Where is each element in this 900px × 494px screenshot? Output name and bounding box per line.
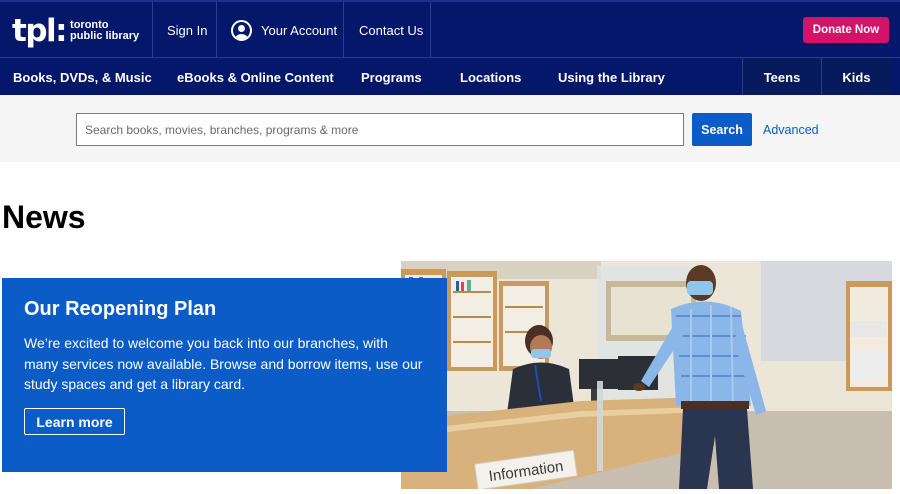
advanced-search-link[interactable]: Advanced bbox=[763, 113, 819, 146]
promo-title[interactable]: Our Reopening Plan bbox=[24, 296, 216, 322]
logo-mark: tpl: bbox=[12, 12, 68, 49]
divider bbox=[430, 2, 431, 59]
photo-illustration: Information bbox=[401, 261, 892, 489]
donate-button[interactable]: Donate Now bbox=[803, 17, 889, 43]
divider bbox=[216, 2, 217, 59]
divider bbox=[343, 2, 344, 59]
page-title: News bbox=[2, 199, 86, 235]
account-icon bbox=[231, 20, 252, 41]
library-staff-photo: Information bbox=[401, 261, 892, 489]
your-account-link[interactable]: Your Account bbox=[231, 2, 337, 59]
nav-programs[interactable]: Programs bbox=[361, 58, 422, 96]
nav-locations[interactable]: Locations bbox=[460, 58, 521, 96]
reopening-plan-card: Our Reopening Plan We’re excited to welc… bbox=[2, 278, 447, 472]
search-button[interactable]: Search bbox=[692, 113, 752, 146]
nav-books-dvds-music[interactable]: Books, DVDs, & Music bbox=[13, 58, 152, 96]
learn-more-button[interactable]: Learn more bbox=[24, 408, 125, 435]
search-bar: Search Advanced bbox=[0, 95, 900, 162]
nav-using-the-library[interactable]: Using the Library bbox=[558, 58, 665, 96]
logo-text: toronto public library bbox=[70, 20, 139, 42]
sign-in-link[interactable]: Sign In bbox=[167, 2, 207, 59]
contact-us-link[interactable]: Contact Us bbox=[359, 2, 423, 59]
logo-line-2: public library bbox=[70, 30, 140, 42]
nav-teens[interactable]: Teens bbox=[742, 58, 821, 96]
search-input[interactable] bbox=[76, 113, 684, 146]
main-nav: Books, DVDs, & Music eBooks & Online Con… bbox=[0, 57, 900, 96]
top-header: tpl: toronto public library Sign In Your… bbox=[0, 0, 900, 59]
promo-description: We’re excited to welcome you back into o… bbox=[24, 335, 423, 392]
nav-kids[interactable]: Kids bbox=[821, 58, 891, 96]
tpl-logo[interactable]: tpl: toronto public library bbox=[12, 12, 139, 50]
divider bbox=[152, 2, 153, 59]
your-account-label: Your Account bbox=[261, 23, 338, 38]
nav-ebooks-online[interactable]: eBooks & Online Content bbox=[177, 58, 334, 96]
